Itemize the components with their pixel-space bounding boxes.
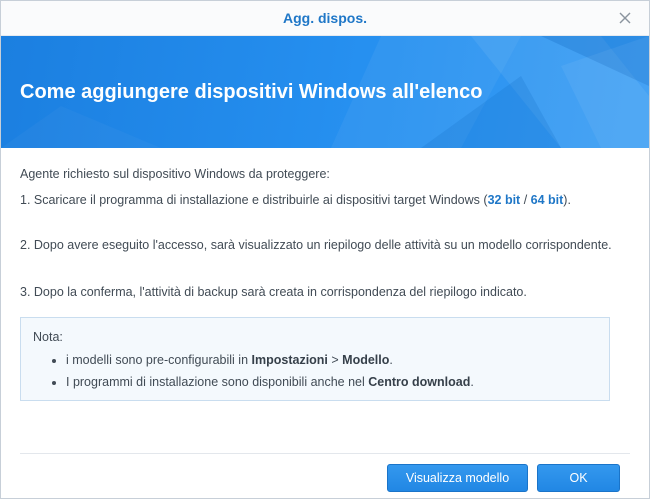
title-bar: Agg. dispos. <box>1 1 649 36</box>
close-icon[interactable] <box>615 8 635 28</box>
download-64bit-link[interactable]: 64 bit <box>531 193 564 207</box>
window-title: Agg. dispos. <box>283 10 367 26</box>
dialog: Agg. dispos. Come aggiungere dispositivi… <box>0 0 650 499</box>
download-center-label: Centro download <box>368 375 471 389</box>
note-list: i modelli sono pre-configurabili in Impo… <box>21 349 474 393</box>
step-3: 3. Dopo la conferma, l'attività di backu… <box>20 285 527 299</box>
note-item-end: . <box>470 375 474 389</box>
intro-text: Agente richiesto sul dispositivo Windows… <box>20 167 330 181</box>
banner-title: Come aggiungere dispositivi Windows all'… <box>20 81 483 103</box>
note-item-end: . <box>389 353 393 367</box>
step-1-text: 1. Scaricare il programma di installazio… <box>20 193 488 207</box>
download-32bit-link[interactable]: 32 bit <box>488 193 521 207</box>
note-title: Nota: <box>33 330 63 344</box>
step-1-end: ). <box>563 193 571 207</box>
header-banner: Come aggiungere dispositivi Windows all'… <box>1 36 649 148</box>
note-item-text: i modelli sono pre-configurabili in <box>66 353 252 367</box>
view-template-button[interactable]: Visualizza modello <box>387 464 528 492</box>
ok-button[interactable]: OK <box>537 464 620 492</box>
step-1-separator: / <box>520 193 531 207</box>
footer-divider <box>20 453 630 454</box>
step-2: 2. Dopo avere eseguito l'accesso, sarà v… <box>20 238 612 252</box>
note-box: Nota: i modelli sono pre-configurabili i… <box>20 317 610 401</box>
template-label: Modello <box>342 353 390 367</box>
settings-label: Impostazioni <box>251 353 328 367</box>
note-item: i modelli sono pre-configurabili in Impo… <box>66 349 474 371</box>
note-item-text: I programmi di installazione sono dispon… <box>66 375 369 389</box>
note-item-separator: > <box>327 353 343 367</box>
note-item: I programmi di installazione sono dispon… <box>66 371 474 393</box>
step-1: 1. Scaricare il programma di installazio… <box>20 191 612 210</box>
